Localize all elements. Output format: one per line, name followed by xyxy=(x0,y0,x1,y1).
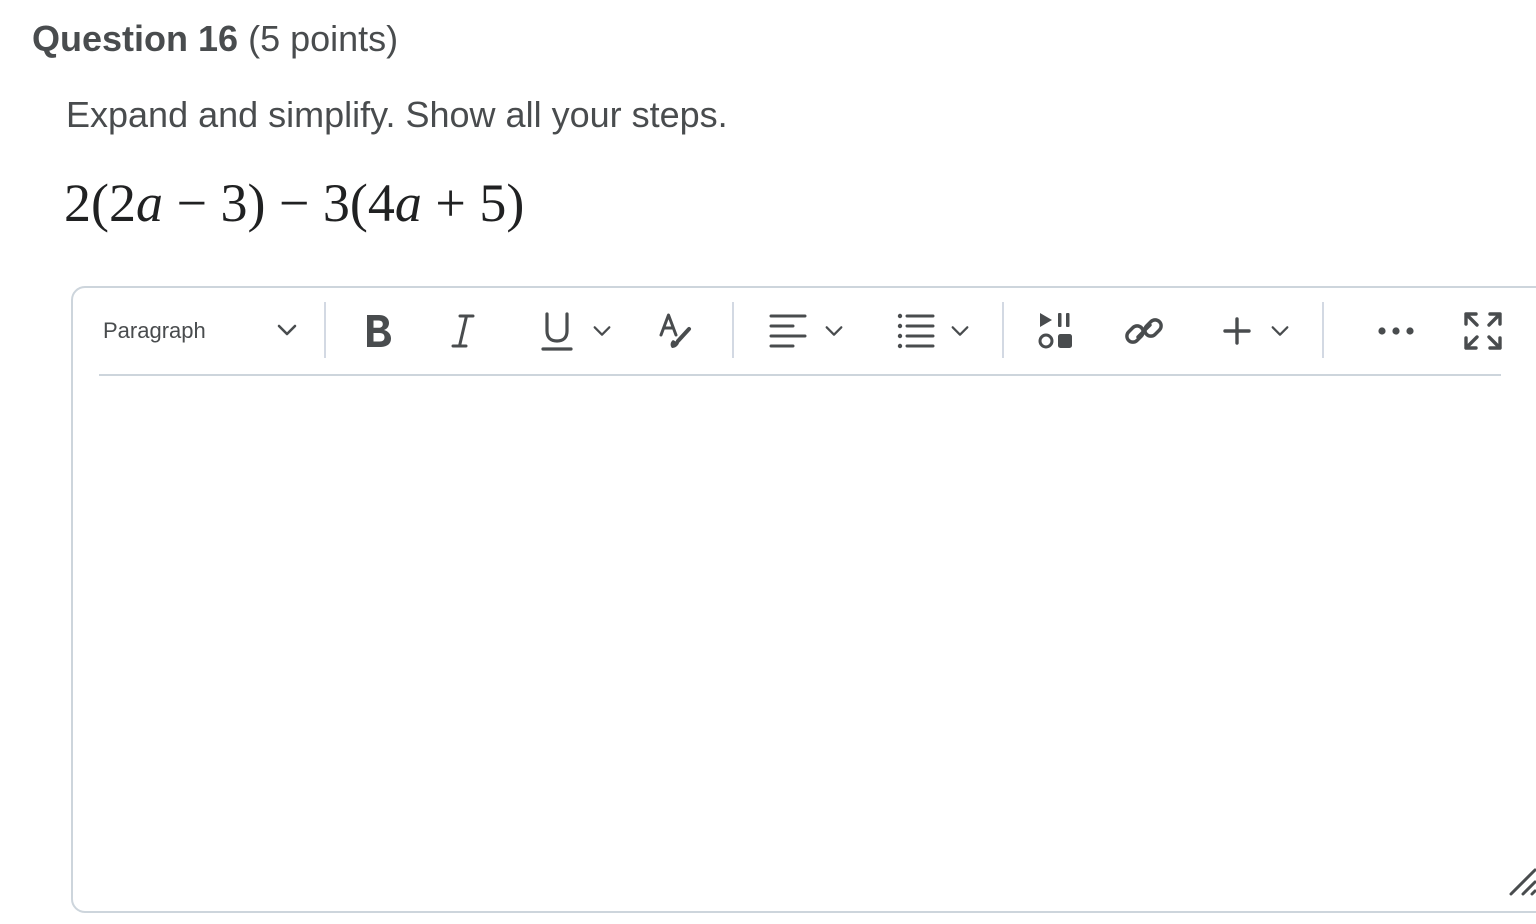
expr-part: − 3) − 3(4 xyxy=(162,173,395,233)
editor-toolbar: Paragraph xyxy=(99,288,1502,376)
bold-button[interactable] xyxy=(357,304,399,358)
toolbar-separator xyxy=(1322,302,1324,358)
question-prompt: Expand and simplify. Show all your steps… xyxy=(66,94,728,135)
chevron-down-icon xyxy=(591,320,613,342)
plus-icon xyxy=(1222,316,1252,346)
expr-variable: a xyxy=(135,173,163,233)
question-header: Question 16 (5 points) xyxy=(32,16,398,62)
fullscreen-icon xyxy=(1463,311,1503,351)
expr-variable: a xyxy=(394,173,422,233)
underline-dropdown[interactable] xyxy=(589,304,615,358)
resize-grip[interactable] xyxy=(1507,866,1536,903)
paragraph-format-select[interactable]: Paragraph xyxy=(99,304,309,358)
chevron-down-icon xyxy=(1269,320,1291,342)
answer-editor: Paragraph xyxy=(71,286,1536,913)
list-dropdown[interactable] xyxy=(947,304,973,358)
italic-icon xyxy=(450,311,476,351)
question-title: Question 16 xyxy=(32,18,239,59)
chevron-down-icon xyxy=(275,318,299,342)
align-left-icon xyxy=(769,312,807,350)
list-button[interactable] xyxy=(895,304,937,358)
math-expression: 2(2a − 3) − 3(4a + 5) xyxy=(64,168,524,238)
fullscreen-button[interactable] xyxy=(1461,304,1505,358)
toolbar-separator xyxy=(732,302,734,358)
chevron-down-icon xyxy=(823,320,845,342)
align-button[interactable] xyxy=(767,304,809,358)
insert-stuff-dropdown[interactable] xyxy=(1267,304,1293,358)
underline-icon xyxy=(539,310,575,352)
more-options-button[interactable] xyxy=(1373,304,1419,358)
expr-part: 2(2 xyxy=(64,173,136,233)
editor-content-area[interactable] xyxy=(99,380,1501,890)
format-painter-icon xyxy=(658,311,698,351)
align-dropdown[interactable] xyxy=(821,304,847,358)
question-points: (5 points) xyxy=(248,18,399,59)
resize-grip-icon xyxy=(1507,868,1536,902)
italic-button[interactable] xyxy=(445,304,481,358)
insert-media-icon xyxy=(1036,311,1076,351)
format-painter-button[interactable] xyxy=(655,304,701,358)
insert-link-button[interactable] xyxy=(1122,304,1166,358)
toolbar-separator xyxy=(324,302,326,358)
bold-icon xyxy=(362,311,394,351)
more-ellipsis-icon xyxy=(1376,325,1416,337)
link-icon xyxy=(1124,311,1164,351)
toolbar-separator xyxy=(1002,302,1004,358)
insert-stuff-button[interactable] xyxy=(1219,304,1255,358)
bulleted-list-icon xyxy=(897,312,935,350)
chevron-down-icon xyxy=(949,320,971,342)
format-select-value: Paragraph xyxy=(103,318,206,343)
insert-media-button[interactable] xyxy=(1034,304,1078,358)
underline-button[interactable] xyxy=(534,304,580,358)
expr-part: + 5) xyxy=(421,173,525,233)
